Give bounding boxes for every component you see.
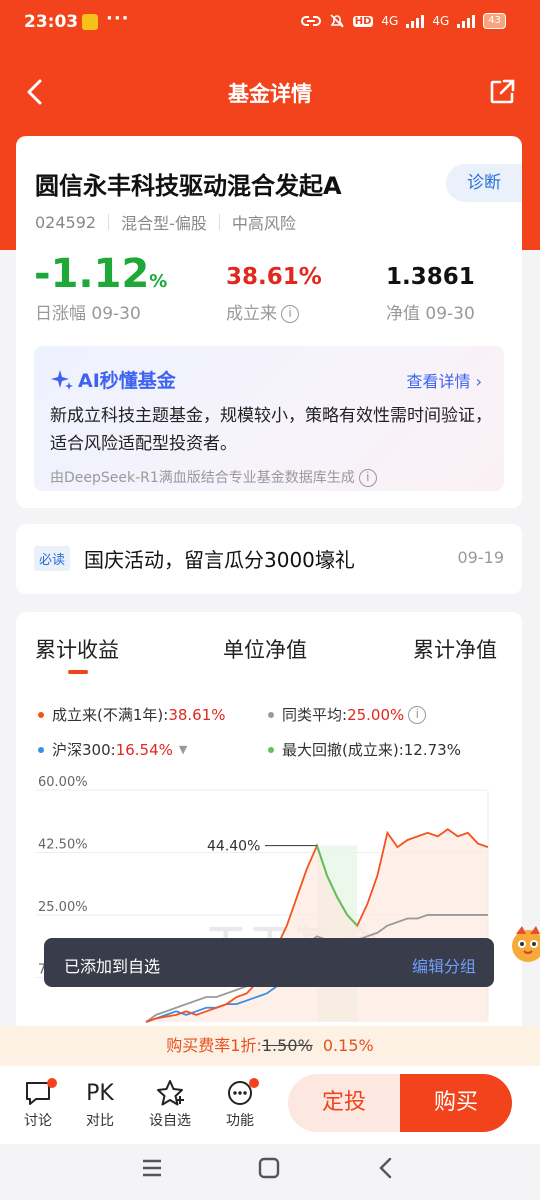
signal-icon: [406, 14, 425, 28]
daily-change-number: -1.12: [34, 251, 150, 297]
nav-value: 1.3861: [386, 264, 475, 290]
fee-original: 1.50%: [261, 1036, 313, 1055]
watchlist-label: 设自选: [149, 1113, 191, 1129]
fee-label: 购买费率1折:: [166, 1036, 262, 1055]
more-icon: [215, 1076, 265, 1110]
notification-badge: [47, 1078, 57, 1088]
ai-info-icon[interactable]: i: [358, 469, 377, 487]
info-icon[interactable]: i: [281, 305, 299, 323]
fund-meta: 024592 混合型-偏股 中高风险: [35, 210, 296, 234]
network-type-1: 4G: [381, 14, 399, 28]
status-icons: HD 4G 4G 43: [300, 13, 506, 29]
divider: [218, 214, 220, 230]
share-icon[interactable]: [488, 78, 516, 106]
fund-area: [146, 829, 488, 1022]
y-tick-label: 42.50%: [38, 837, 88, 852]
nav-label: 净值 09-30: [386, 304, 475, 324]
discussion-label: 讨论: [24, 1113, 52, 1129]
compare-button[interactable]: PK 对比: [75, 1076, 125, 1130]
system-nav-bar: [0, 1144, 540, 1200]
must-read-tag: 必读: [34, 546, 71, 571]
back-icon[interactable]: [376, 1157, 396, 1179]
peak-annotation: 44.40%: [207, 839, 260, 855]
link-icon: [300, 16, 321, 26]
daily-change-label: 日涨幅 09-30: [35, 304, 141, 324]
edit-group-link[interactable]: 编辑分组: [412, 953, 476, 977]
diagnose-button[interactable]: 诊断: [446, 164, 522, 202]
watchlist-button[interactable]: 设自选: [145, 1076, 195, 1130]
hd-badge: HD: [352, 15, 374, 27]
toast-message: 已添加到自选: [64, 957, 161, 976]
compare-label: 对比: [86, 1113, 114, 1129]
since-inception-label: 成立来: [226, 304, 277, 324]
ai-title: AI秒懂基金: [78, 370, 176, 392]
ai-detail-label: 查看详情: [406, 372, 471, 391]
network-type-2: 4G: [432, 14, 450, 28]
page-title: 基金详情: [228, 82, 312, 106]
pk-icon: PK: [86, 1080, 114, 1106]
fund-code: 024592: [35, 212, 97, 232]
star-icon: [145, 1076, 195, 1110]
buy-button[interactable]: 购买: [400, 1074, 512, 1132]
menu-icon[interactable]: [141, 1158, 163, 1178]
divider: [108, 214, 110, 230]
mascot-icon[interactable]: [506, 920, 540, 970]
toast: 已添加到自选 编辑分组: [44, 938, 494, 987]
fund-info-card: 圆信永丰科技驱动混合发起A 诊断 024592 混合型-偏股 中高风险 -1.1…: [16, 136, 522, 508]
chat-icon: [13, 1076, 63, 1110]
daily-change-value: -1.12%: [34, 251, 167, 297]
fund-risk: 中高风险: [231, 214, 296, 233]
functions-button[interactable]: 功能: [215, 1076, 265, 1130]
y-tick-label: 60.00%: [38, 775, 88, 790]
ai-footer: 由DeepSeek-R1满血版结合专业基金数据库生成: [50, 470, 355, 486]
daily-change-unit: %: [149, 271, 168, 292]
since-inception-label-wrap: 成立来 i: [226, 299, 299, 324]
fund-type: 混合型-偏股: [121, 214, 207, 233]
notice-card[interactable]: 必读 国庆活动，留言瓜分3000壕礼 09-19: [16, 524, 522, 594]
ai-summary-box: AI秒懂基金 查看详情 › 新成立科技主题基金，规模较小，策略有效性需时间验证，…: [34, 346, 504, 491]
battery-icon: 43: [483, 13, 506, 29]
navbar: 基金详情: [0, 60, 540, 126]
fee-bar: 购买费率1折:1.50% 0.15%: [0, 1026, 540, 1066]
notice-text: 国庆活动，留言瓜分3000壕礼: [84, 548, 355, 572]
fee-current: 0.15%: [322, 1036, 374, 1055]
status-more: ···: [106, 8, 130, 29]
chevron-right-icon: ›: [475, 372, 482, 391]
since-inception-value: 38.61%: [226, 264, 322, 290]
ai-detail-link[interactable]: 查看详情 ›: [406, 368, 482, 392]
app-notification-icon: [82, 14, 98, 30]
ai-text: 新成立科技主题基金，规模较小，策略有效性需时间验证，适合风险适配型投资者。: [50, 406, 492, 454]
home-icon[interactable]: [258, 1157, 280, 1179]
sparkle-icon: [51, 369, 73, 390]
mute-bell-icon: [330, 14, 344, 28]
signal-icon-2: [457, 14, 476, 28]
fund-name: 圆信永丰科技驱动混合发起A: [35, 172, 342, 200]
status-bar: 23:03 ··· HD 4G 4G 43: [0, 0, 540, 46]
ai-footer-wrap: 由DeepSeek-R1满血版结合专业基金数据库生成 i: [50, 467, 377, 487]
notice-date: 09-19: [457, 548, 505, 567]
ai-title-wrap: AI秒懂基金: [50, 366, 176, 393]
bottom-action-bar: 讨论 PK 对比 设自选 功能 定投 购买: [0, 1066, 540, 1144]
fixed-invest-button[interactable]: 定投: [288, 1074, 400, 1132]
status-time: 23:03: [24, 12, 79, 32]
notification-badge: [249, 1078, 259, 1088]
functions-label: 功能: [226, 1113, 254, 1129]
discussion-button[interactable]: 讨论: [13, 1076, 63, 1130]
y-tick-label: 25.00%: [38, 900, 88, 915]
